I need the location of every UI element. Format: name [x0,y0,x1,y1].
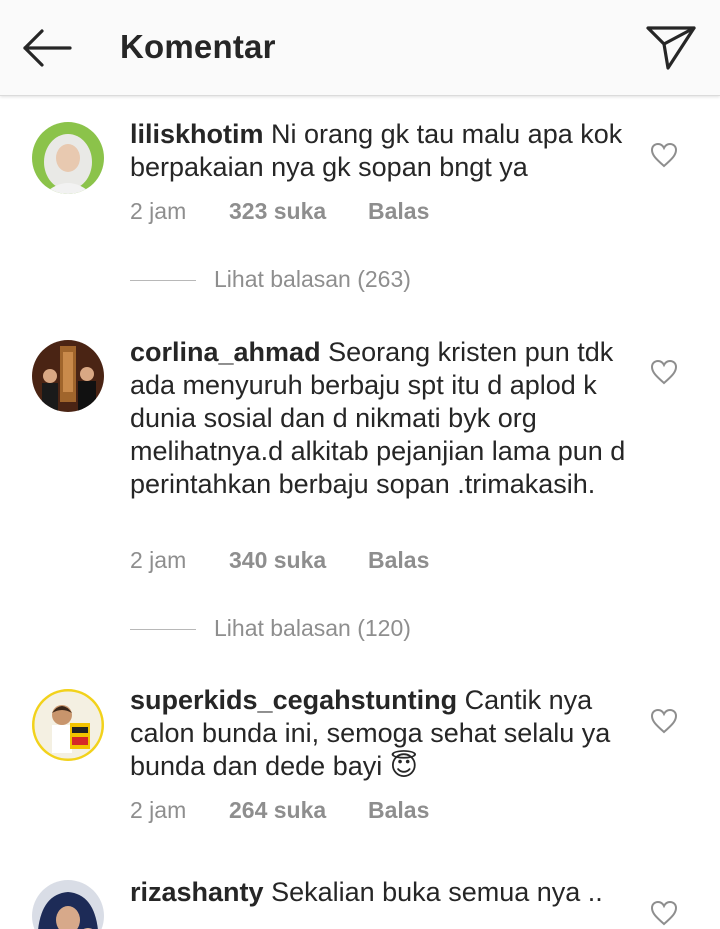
view-replies-label: Lihat balasan (263) [214,266,411,292]
paper-plane-icon [646,26,696,70]
avatar[interactable] [32,689,104,761]
comment-username[interactable]: superkids_cegahstunting [130,685,457,715]
comment-time: 2 jam [130,797,187,823]
comment-text: liliskhotim Ni orang gk tau malu apa kok… [130,118,630,184]
comment-time: 2 jam [130,198,187,224]
reply-button[interactable]: Balas [368,547,429,574]
page-title: Komentar [120,28,276,65]
arrow-left-icon [23,29,72,67]
comment-text: corlina_ahmad Seorang kristen pun tdk ad… [130,336,630,501]
comment-text: rizashanty Sekalian buka semua nya .. [130,876,630,909]
comment-body: Sekalian buka semua nya .. [271,877,603,907]
back-button[interactable] [20,26,76,70]
avatar[interactable] [32,880,104,929]
heart-icon[interactable] [650,900,678,926]
divider [130,280,196,281]
avatar[interactable] [32,340,104,412]
like-count[interactable]: 264 suka [229,797,326,824]
comment-text: superkids_cegahstunting Cantik nya calon… [130,684,630,783]
top-bar: Komentar [0,0,720,96]
like-count[interactable]: 340 suka [229,547,326,574]
reply-button[interactable]: Balas [368,198,429,225]
view-replies-button[interactable]: Lihat balasan (263) [130,266,530,296]
avatar[interactable] [32,122,104,194]
view-replies-button[interactable]: Lihat balasan (120) [130,615,530,645]
like-count[interactable]: 323 suka [229,198,326,225]
heart-icon[interactable] [650,359,678,385]
comment-time: 2 jam [130,547,187,573]
heart-icon[interactable] [650,708,678,734]
reply-button[interactable]: Balas [368,797,429,824]
comment-username[interactable]: corlina_ahmad [130,337,321,367]
heart-icon[interactable] [650,142,678,168]
share-button[interactable] [644,22,698,72]
view-replies-label: Lihat balasan (120) [214,615,411,641]
comment-username[interactable]: rizashanty [130,877,264,907]
comment-username[interactable]: liliskhotim [130,119,264,149]
divider [130,629,196,630]
